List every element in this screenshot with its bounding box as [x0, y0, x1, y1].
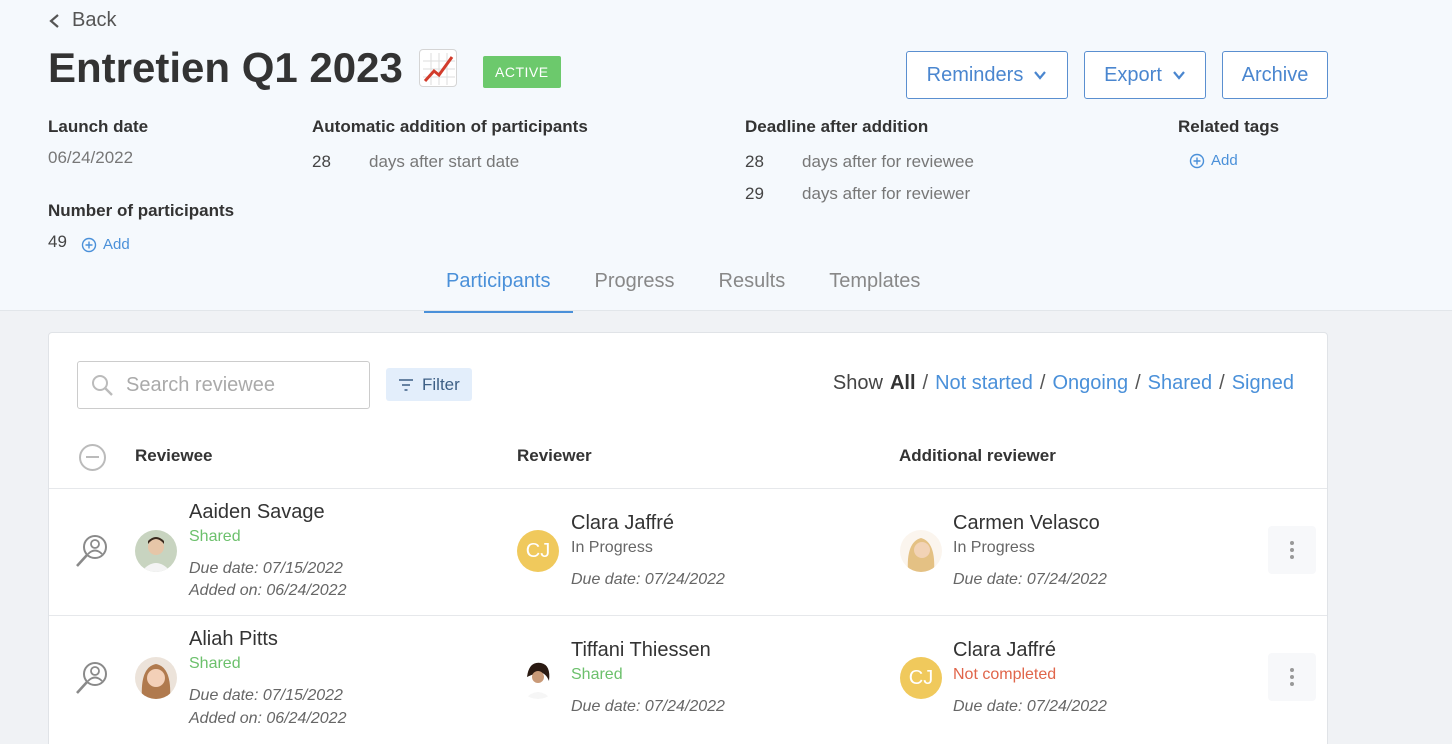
- reviewer-status: In Progress: [571, 539, 653, 556]
- filter-button[interactable]: Filter: [386, 368, 472, 401]
- show-all-option[interactable]: All: [890, 372, 916, 395]
- table-row[interactable]: Aaiden Savage Shared Due date: 07/15/202…: [49, 488, 1327, 615]
- tab-templates[interactable]: Templates: [807, 262, 942, 313]
- additional-reviewer-status: In Progress: [953, 539, 1035, 556]
- filter-label: Filter: [422, 374, 460, 394]
- deadline-reviewer-days: 29: [745, 184, 764, 203]
- auto-addition-label: Automatic addition of participants: [312, 117, 588, 136]
- plus-circle-icon: [1189, 153, 1205, 168]
- separator: /: [1135, 372, 1141, 394]
- avatar: [135, 530, 177, 572]
- show-not-started-option[interactable]: Not started: [935, 372, 1033, 395]
- view-profile-icon[interactable]: [75, 660, 111, 698]
- reviewee-added-date: Added on: 06/24/2022: [189, 582, 347, 599]
- launch-date-label: Launch date: [48, 117, 149, 136]
- tab-results[interactable]: Results: [697, 262, 808, 313]
- deselect-all-checkbox[interactable]: [79, 444, 106, 471]
- add-tag-link[interactable]: Add: [1189, 152, 1238, 169]
- archive-button[interactable]: Archive: [1222, 51, 1328, 99]
- row-menu-button[interactable]: [1268, 526, 1316, 574]
- chart-increasing-icon: [418, 49, 457, 87]
- chevron-down-icon: [1034, 71, 1047, 80]
- add-tag-label: Add: [1211, 152, 1238, 169]
- status-filter-bar: Show All / Not started / Ongoing / Share…: [833, 372, 1294, 395]
- deadline-label: Deadline after addition: [745, 117, 929, 136]
- additional-reviewer-name[interactable]: Carmen Velasco: [953, 512, 1100, 535]
- reviewer-due-date: Due date: 07/24/2022: [571, 698, 725, 715]
- reviewer-status: Shared: [571, 666, 623, 683]
- status-badge: ACTIVE: [483, 56, 561, 88]
- avatar: [900, 530, 942, 572]
- table-row[interactable]: Aliah Pitts Shared Due date: 07/15/2022 …: [49, 615, 1327, 742]
- related-tags-label: Related tags: [1178, 117, 1280, 136]
- archive-label: Archive: [1241, 63, 1309, 86]
- separator: /: [1039, 372, 1046, 394]
- reviewee-due-date: Due date: 07/15/2022: [189, 687, 343, 704]
- row-menu-button[interactable]: [1268, 653, 1316, 701]
- avatar: [135, 657, 177, 699]
- auto-addition-text: days after start date: [369, 152, 520, 171]
- show-signed-option[interactable]: Signed: [1232, 372, 1294, 395]
- launch-date-value: 06/24/2022: [48, 148, 134, 167]
- reviewer-name[interactable]: Tiffani Thiessen: [571, 639, 711, 662]
- reviewee-status: Shared: [189, 528, 241, 545]
- page-title-text: Entretien Q1 2023: [48, 44, 403, 91]
- participants-count-value: 49: [48, 232, 67, 251]
- show-shared-option[interactable]: Shared: [1148, 372, 1213, 395]
- export-label: Export: [1104, 63, 1162, 86]
- separator: /: [1219, 372, 1225, 394]
- avatar: CJ: [900, 657, 942, 699]
- reviewee-status: Shared: [189, 655, 241, 672]
- chevron-down-icon: [1173, 71, 1185, 80]
- chevron-left-icon: [49, 13, 59, 28]
- column-header-reviewee[interactable]: Reviewee: [135, 446, 213, 466]
- avatar: CJ: [517, 530, 559, 572]
- add-participant-link[interactable]: Add: [81, 236, 130, 253]
- back-link[interactable]: Back: [48, 9, 116, 32]
- tab-bar: Participants Progress Results Templates: [424, 262, 942, 313]
- deadline-reviewer-text: days after for reviewer: [802, 184, 971, 203]
- tab-participants[interactable]: Participants: [424, 262, 573, 313]
- tab-progress[interactable]: Progress: [573, 262, 697, 313]
- page-title: Entretien Q1 2023: [48, 44, 457, 92]
- plus-circle-icon: [81, 237, 97, 252]
- search-icon: [92, 375, 113, 396]
- add-participant-label: Add: [103, 236, 130, 253]
- additional-reviewer-status: Not completed: [953, 666, 1057, 683]
- page-header: Back Entretien Q1 2023 ACTIVE Reminders …: [0, 0, 1452, 313]
- avatar: [517, 657, 559, 699]
- participants-panel: Filter Show All / Not started / Ongoing …: [48, 332, 1328, 744]
- additional-reviewer-name[interactable]: Clara Jaffré: [953, 639, 1056, 662]
- reviewee-name[interactable]: Aliah Pitts: [189, 628, 278, 651]
- auto-addition-days: 28: [312, 152, 331, 171]
- participants-count-label: Number of participants: [48, 201, 235, 220]
- export-button[interactable]: Export: [1084, 51, 1206, 99]
- reminders-label: Reminders: [926, 63, 1024, 86]
- deadline-reviewee-text: days after for reviewee: [802, 152, 974, 171]
- show-label: Show: [832, 372, 883, 394]
- filter-icon: [399, 378, 413, 391]
- back-label: Back: [72, 9, 117, 31]
- column-header-additional-reviewer[interactable]: Additional reviewer: [899, 446, 1056, 466]
- additional-reviewer-due-date: Due date: 07/24/2022: [953, 571, 1107, 588]
- reviewee-due-date: Due date: 07/15/2022: [189, 560, 343, 577]
- additional-reviewer-due-date: Due date: 07/24/2022: [953, 698, 1107, 715]
- reminders-button[interactable]: Reminders: [906, 51, 1068, 99]
- search-input[interactable]: [126, 373, 346, 397]
- search-box[interactable]: [77, 361, 370, 409]
- reviewer-name[interactable]: Clara Jaffré: [571, 512, 674, 535]
- reviewer-due-date: Due date: 07/24/2022: [571, 571, 725, 588]
- show-ongoing-option[interactable]: Ongoing: [1052, 372, 1128, 395]
- reviewee-added-date: Added on: 06/24/2022: [189, 710, 347, 727]
- reviewee-name[interactable]: Aaiden Savage: [189, 501, 325, 524]
- view-profile-icon[interactable]: [75, 533, 111, 571]
- separator: /: [922, 372, 929, 394]
- deadline-reviewee-days: 28: [745, 152, 764, 171]
- column-header-reviewer[interactable]: Reviewer: [517, 446, 592, 466]
